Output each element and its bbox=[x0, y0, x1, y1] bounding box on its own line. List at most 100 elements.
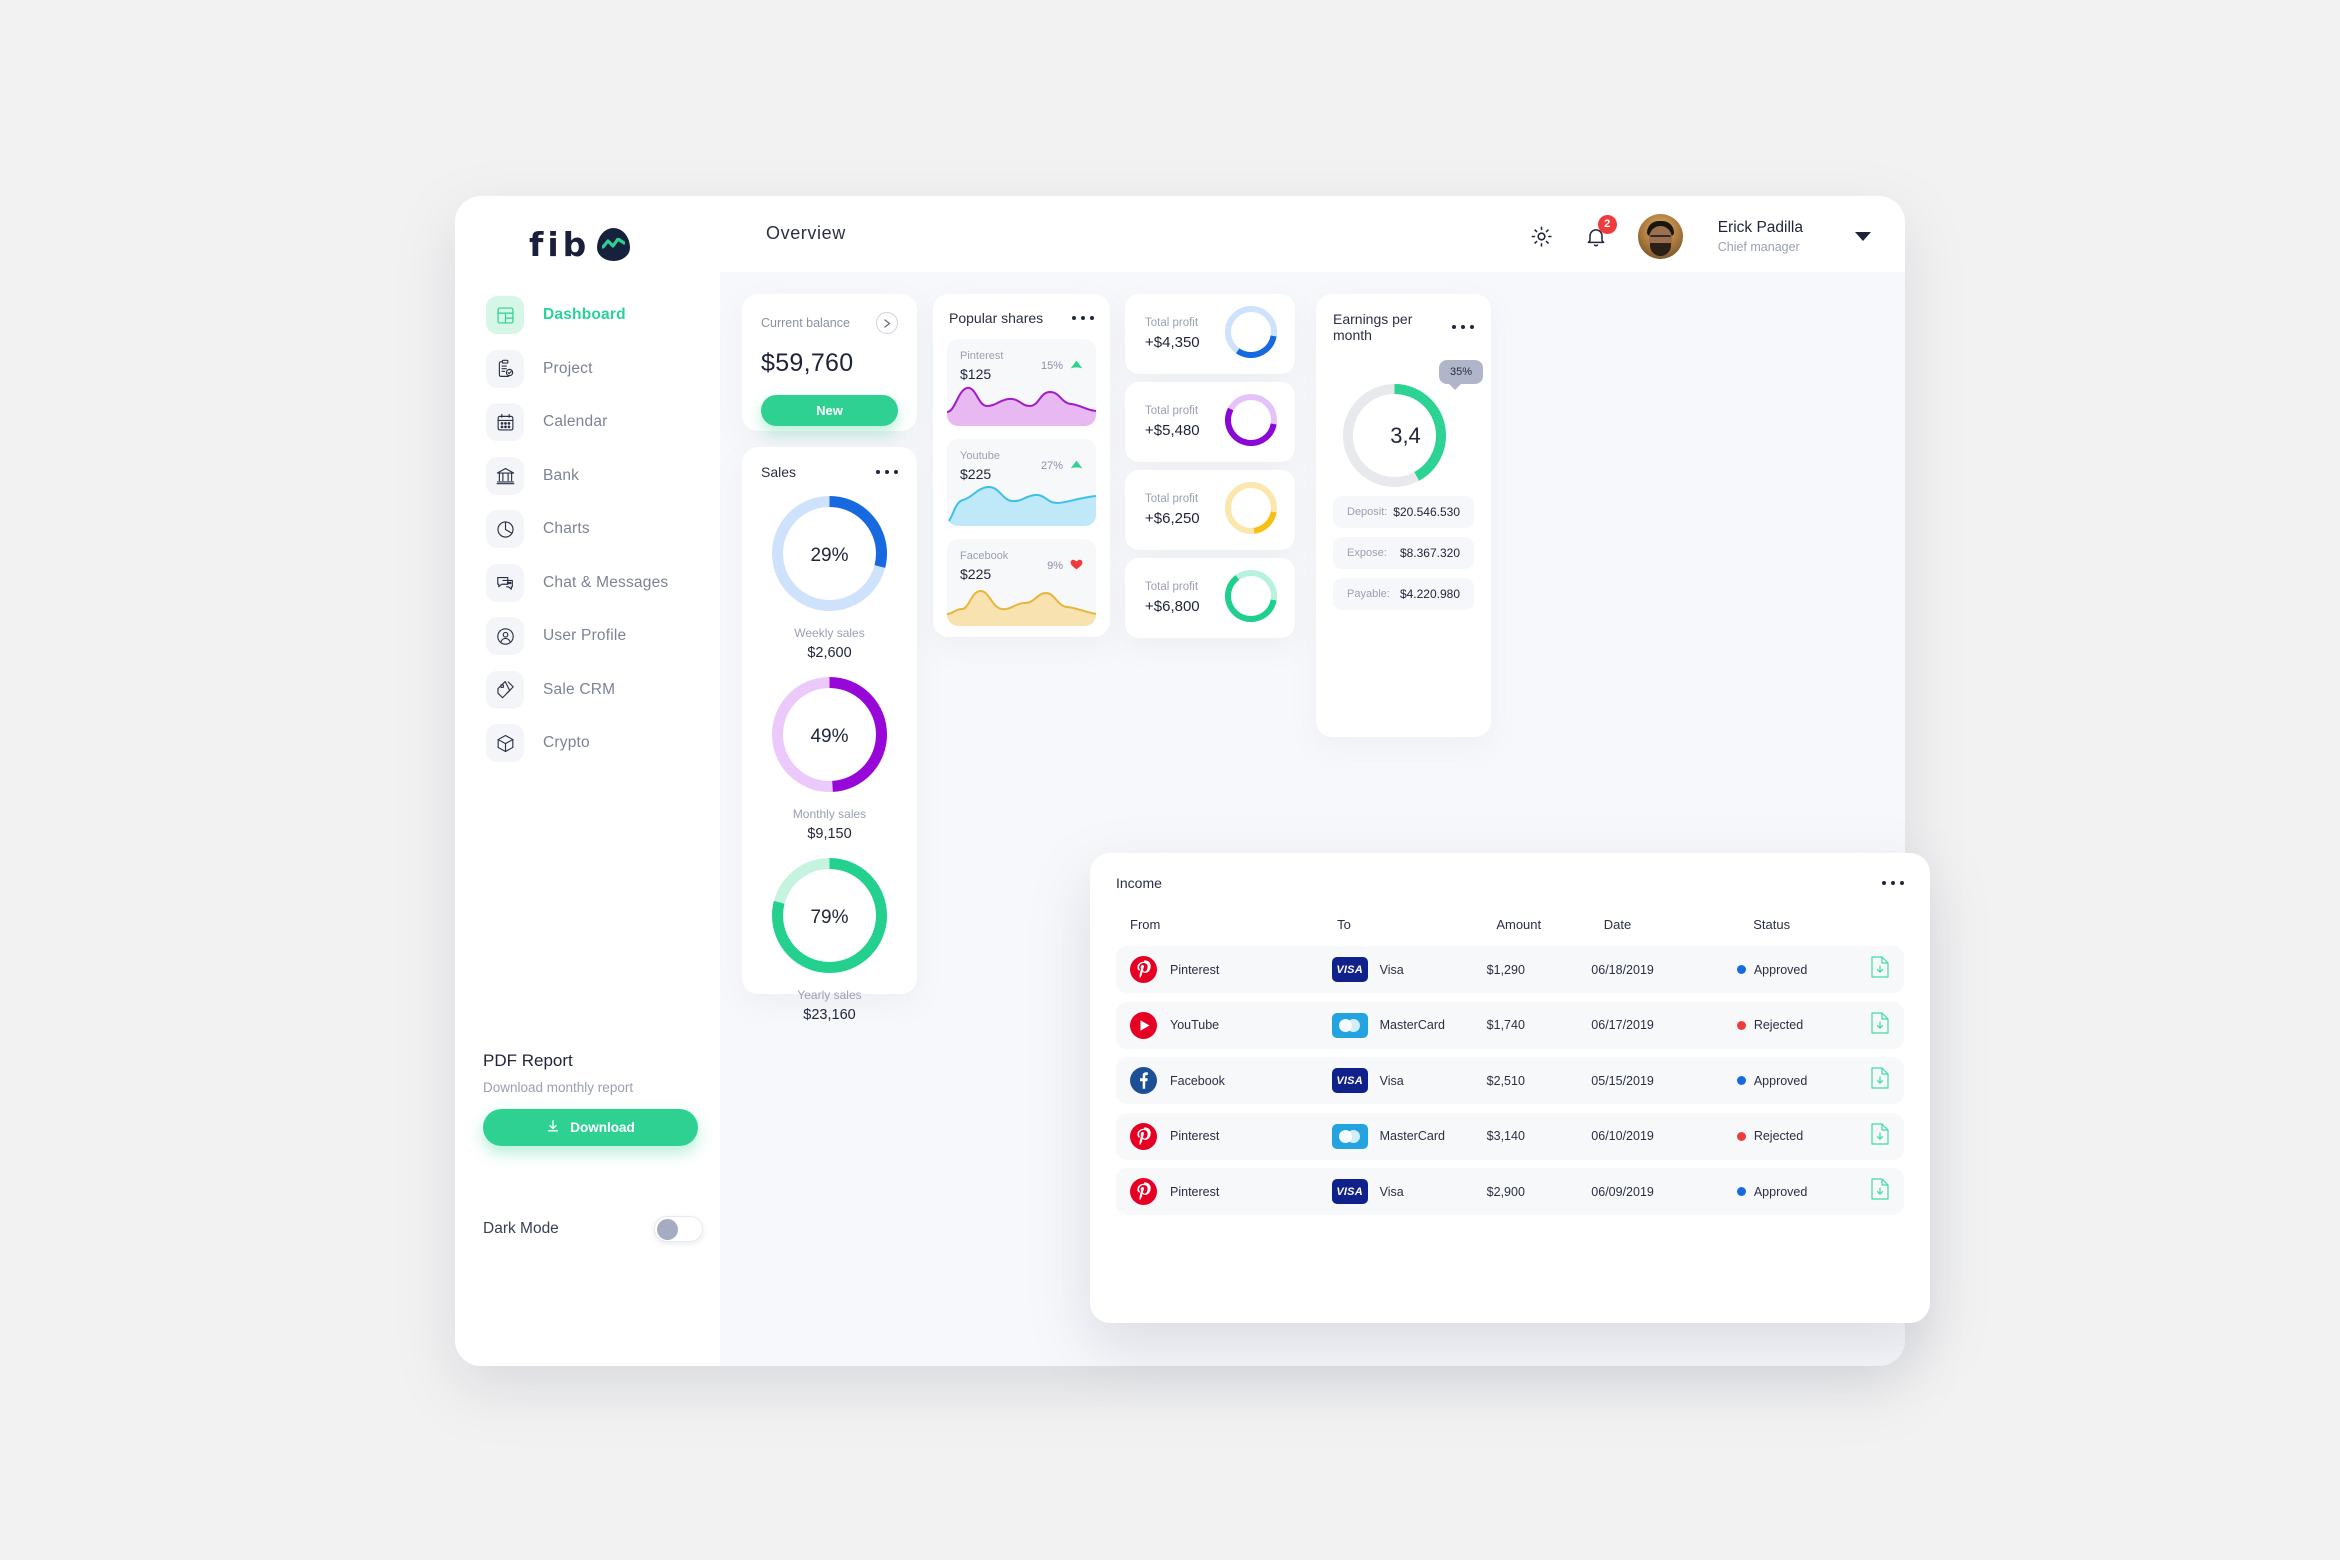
row-to: Visa bbox=[1379, 1073, 1404, 1088]
status-dot bbox=[1736, 1187, 1746, 1196]
brand-logo[interactable]: fib bbox=[529, 225, 631, 264]
row-to: Visa bbox=[1379, 962, 1404, 977]
more-horizontal-icon[interactable] bbox=[1451, 324, 1474, 330]
sidebar-item-label: Bank bbox=[543, 466, 580, 484]
row-date: 06/18/2019 bbox=[1591, 962, 1654, 977]
total-profit-card: Total profit +$6,800 bbox=[1125, 558, 1295, 638]
download-button-label: Download bbox=[570, 1120, 635, 1135]
more-horizontal-icon[interactable] bbox=[875, 469, 898, 475]
cube-icon bbox=[486, 724, 524, 762]
total-profit-value: +$5,480 bbox=[1145, 422, 1200, 439]
mastercard-icon bbox=[1331, 1012, 1368, 1038]
dark-mode-toggle[interactable] bbox=[654, 1216, 703, 1242]
pdf-report-title: PDF Report bbox=[483, 1051, 573, 1070]
sales-ring-percent: 79% bbox=[810, 907, 849, 928]
table-row[interactable]: Pinterest VISA Visa $1,290 06/18/2019 Ap… bbox=[1116, 946, 1904, 993]
youtube-icon bbox=[1130, 1011, 1157, 1039]
table-header-row: From To Amount Date Status bbox=[1116, 917, 1904, 946]
pdf-report-subtitle: Download monthly report bbox=[483, 1080, 634, 1095]
share-item[interactable]: Pinterest $125 15% bbox=[947, 339, 1096, 426]
table-row[interactable]: Pinterest VISA Visa $2,900 06/09/2019 Ap… bbox=[1116, 1168, 1904, 1215]
sidebar-item-calendar[interactable]: Calendar bbox=[486, 403, 720, 441]
sales-donut-1: 49% bbox=[772, 677, 887, 797]
row-status: Approved bbox=[1753, 1073, 1808, 1088]
visa-card-icon: VISA bbox=[1331, 1179, 1368, 1204]
more-horizontal-icon[interactable] bbox=[1071, 315, 1094, 321]
earnings-row-key: Expose: bbox=[1347, 547, 1387, 559]
dark-mode-row: Dark Mode bbox=[483, 1216, 703, 1242]
sidebar-item-project[interactable]: Project bbox=[486, 349, 720, 388]
heart-down-icon bbox=[1070, 559, 1083, 573]
sales-ring-amount: $9,150 bbox=[807, 826, 852, 842]
sidebar-item-label: Dashboard bbox=[543, 306, 626, 323]
new-button[interactable]: New bbox=[761, 395, 898, 426]
sales-ring-item: 79% Yearly sales $23,160 bbox=[761, 858, 898, 1023]
more-horizontal-icon[interactable] bbox=[1881, 880, 1904, 886]
total-profit-card: Total profit +$6,250 bbox=[1125, 470, 1295, 550]
total-profit-label: Total profit bbox=[1145, 317, 1199, 329]
visa-card-icon: VISA bbox=[1331, 957, 1368, 982]
sidebar-item-sale-crm[interactable]: Sale CRM bbox=[486, 670, 720, 709]
row-status: Approved bbox=[1753, 962, 1808, 977]
sidebar-item-dashboard[interactable]: Dashboard bbox=[486, 296, 720, 334]
sales-ring-percent: 29% bbox=[810, 545, 849, 566]
sidebar: fib Dashboard Project Calendar Bank Char… bbox=[455, 196, 720, 1366]
avatar-glasses bbox=[1649, 235, 1671, 241]
notification-badge: 2 bbox=[1597, 214, 1617, 234]
sales-ring-item: 49% Monthly sales $9,150 bbox=[761, 677, 898, 842]
sidebar-item-label: Project bbox=[543, 359, 593, 377]
download-report-button[interactable]: Download bbox=[483, 1109, 698, 1146]
row-date: 06/10/2019 bbox=[1591, 1129, 1654, 1143]
chart-wave-icon bbox=[597, 228, 631, 261]
share-percent: 27% bbox=[1040, 460, 1063, 472]
download-file-icon[interactable] bbox=[1870, 1122, 1890, 1151]
user-meta[interactable]: Erick Padilla Chief manager bbox=[1718, 218, 1803, 256]
total-profit-value: +$6,800 bbox=[1145, 598, 1200, 615]
download-file-icon[interactable] bbox=[1870, 1011, 1890, 1040]
total-profit-donut bbox=[1225, 393, 1277, 451]
share-item[interactable]: Youtube $225 27% bbox=[947, 439, 1096, 526]
triangle-up-icon bbox=[1070, 360, 1083, 372]
bell-icon[interactable]: 2 bbox=[1580, 214, 1617, 253]
pinterest-icon bbox=[1130, 1122, 1157, 1150]
sidebar-item-label: Calendar bbox=[543, 413, 608, 430]
earnings-row-key: Deposit: bbox=[1347, 506, 1388, 518]
download-file-icon[interactable] bbox=[1870, 955, 1890, 984]
share-item[interactable]: Facebook $225 9% bbox=[947, 539, 1096, 626]
row-from: Pinterest bbox=[1170, 1129, 1220, 1143]
table-row[interactable]: Facebook VISA Visa $2,510 05/15/2019 App… bbox=[1116, 1057, 1904, 1104]
earnings-row-key: Payable: bbox=[1347, 588, 1390, 600]
balance-label: Current balance bbox=[761, 316, 850, 330]
sales-ring-amount: $23,160 bbox=[803, 1007, 856, 1023]
current-balance-card: Current balance $59,760 New bbox=[742, 294, 917, 431]
share-name: Pinterest bbox=[960, 350, 1004, 362]
chevron-down-icon[interactable] bbox=[1855, 232, 1871, 241]
download-file-icon[interactable] bbox=[1870, 1066, 1890, 1095]
row-amount: $1,740 bbox=[1486, 1018, 1525, 1032]
sidebar-item-chat-messages[interactable]: Chat & Messages bbox=[486, 563, 720, 602]
earnings-ring: 35% 3,4 bbox=[1333, 360, 1483, 487]
facebook-icon bbox=[1130, 1067, 1157, 1094]
total-profit-donut bbox=[1225, 569, 1277, 627]
sales-title: Sales bbox=[761, 464, 797, 480]
sales-donut-2: 79% bbox=[772, 858, 887, 978]
gear-icon[interactable] bbox=[1526, 221, 1558, 253]
sidebar-item-user-profile[interactable]: User Profile bbox=[486, 617, 720, 655]
row-to: MasterCard bbox=[1379, 1018, 1445, 1032]
clipboard-check-icon bbox=[486, 349, 524, 388]
sidebar-item-bank[interactable]: Bank bbox=[486, 456, 720, 495]
sidebar-item-crypto[interactable]: Crypto bbox=[486, 724, 720, 762]
earnings-title: Earnings per month bbox=[1333, 311, 1413, 343]
sales-ring-item: 29% Weekly sales $2,600 bbox=[761, 496, 898, 661]
download-file-icon[interactable] bbox=[1870, 1177, 1890, 1206]
popular-shares-title: Popular shares bbox=[949, 310, 1044, 326]
row-amount: $2,900 bbox=[1486, 1184, 1525, 1199]
table-row[interactable]: YouTube MasterCard $1,740 06/17/2019 Rej… bbox=[1116, 1001, 1904, 1049]
status-dot bbox=[1736, 1076, 1746, 1085]
sidebar-item-charts[interactable]: Charts bbox=[486, 510, 720, 548]
avatar[interactable] bbox=[1637, 214, 1683, 259]
table-row[interactable]: Pinterest MasterCard $3,140 06/10/2019 R… bbox=[1116, 1112, 1904, 1160]
row-date: 06/09/2019 bbox=[1591, 1184, 1654, 1199]
share-sparkline bbox=[947, 485, 1096, 526]
chevron-right-icon[interactable] bbox=[876, 312, 898, 334]
